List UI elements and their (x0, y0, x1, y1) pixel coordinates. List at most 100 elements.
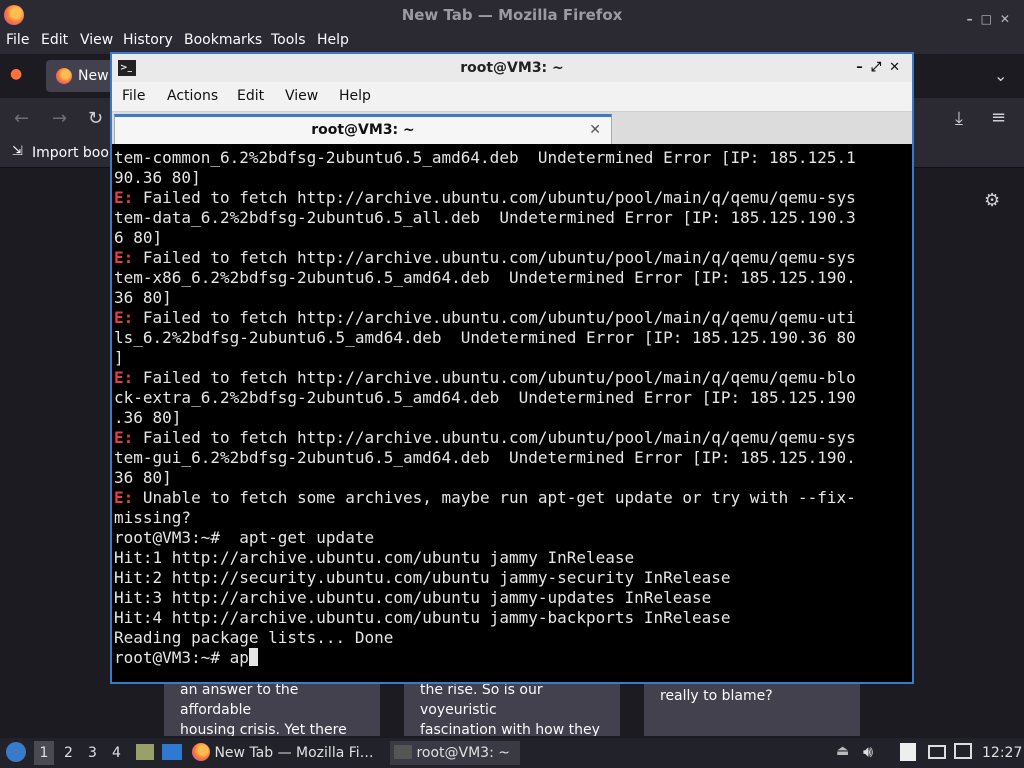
terminal-tab-label: root@VM3: ~ (311, 122, 415, 138)
terminal-app-icon: >_ (118, 60, 136, 76)
import-bookmarks-icon: ⇲ (12, 144, 23, 159)
menu-view[interactable]: View (80, 32, 113, 48)
story-card-line: fascination with how they … (420, 722, 600, 736)
terminal-line: Hit:3 http://archive.ubuntu.com/ubuntu j… (114, 588, 712, 607)
story-card-line: the rise. So is our voyeuristic (420, 682, 543, 718)
terminal-line: .36 80] (114, 408, 182, 427)
terminal-line: ] (114, 348, 124, 367)
story-card-voyeuristic[interactable]: the rise. So is our voyeuristic fascinat… (404, 680, 620, 736)
list-tabs-icon[interactable]: ⌄ (994, 66, 1007, 85)
taskbar: 1 2 3 4 New Tab — Mozilla Fi… root@VM3: … (0, 738, 1024, 768)
firefox-titlebar: New Tab — Mozilla Firefox –□✕ (0, 0, 1024, 30)
tray-eject-icon[interactable]: ⏏ (836, 743, 849, 759)
terminal-line: 36 80] (114, 288, 172, 307)
terminal-line: Hit:2 http://security.ubuntu.com/ubuntu … (114, 568, 731, 587)
clipboard-icon[interactable] (900, 743, 916, 761)
terminal-menu-help[interactable]: Help (339, 88, 371, 104)
error-prefix: E: (114, 248, 134, 267)
clock[interactable]: 12:27 (982, 745, 1022, 761)
workspace-3[interactable]: 3 (88, 745, 97, 761)
terminal-line: E: Failed to fetch http://archive.ubuntu… (114, 188, 856, 207)
firefox-tab-icon (56, 68, 72, 84)
terminal-tab[interactable]: root@VM3: ~ ✕ (114, 114, 612, 144)
terminal-line: E: Unable to fetch some archives, maybe … (114, 488, 856, 507)
terminal-line: E: Failed to fetch http://archive.ubuntu… (114, 308, 856, 327)
workspace-2[interactable]: 2 (64, 745, 73, 761)
terminal-line: tem-data_6.2%2bdfsg-2ubuntu6.5_all.deb U… (114, 208, 856, 227)
firefox-task-icon (192, 743, 210, 761)
terminal-line: E: Failed to fetch http://archive.ubuntu… (114, 368, 856, 387)
firefox-tab-label: New (78, 68, 109, 84)
volume-icon[interactable]: 🔊︎ (863, 742, 873, 762)
error-prefix: E: (114, 308, 134, 327)
menu-file[interactable]: File (6, 32, 29, 48)
firefox-logo-icon (4, 5, 24, 25)
firefox-menubar: File Edit View History Bookmarks Tools H… (0, 30, 1024, 54)
terminal-line: root@VM3:~# apt-get update (114, 528, 375, 547)
terminal-window-controls[interactable]: –⤢✕ (856, 54, 908, 82)
terminal-window: >_ root@VM3: ~ –⤢✕ File Actions Edit Vie… (110, 52, 914, 684)
terminal-line: ls_6.2%2bdfsg-2ubuntu6.5_amd64.deb Undet… (114, 328, 856, 347)
firefox-view-icon[interactable]: ● (10, 66, 22, 82)
terminal-line: 36 80] (114, 468, 172, 487)
error-prefix: E: (114, 488, 134, 507)
menu-hamburger-icon[interactable]: ≡ (991, 107, 1006, 128)
workspace-1[interactable]: 1 (34, 741, 54, 765)
menu-help[interactable]: Help (317, 32, 349, 48)
error-prefix: E: (114, 368, 134, 387)
keyboard-icon[interactable] (928, 745, 946, 759)
menu-edit[interactable]: Edit (41, 32, 68, 48)
terminal-cursor (248, 648, 258, 666)
menu-history[interactable]: History (123, 32, 173, 48)
story-card-housing[interactable]: an answer to the affordable housing cris… (164, 680, 380, 736)
terminal-menu-actions[interactable]: Actions (167, 88, 218, 104)
start-menu-icon[interactable] (6, 742, 26, 762)
terminal-titlebar[interactable]: >_ root@VM3: ~ –⤢✕ (112, 54, 912, 82)
terminal-line: missing? (114, 508, 192, 527)
newtab-settings-gear-icon[interactable]: ⚙ (984, 190, 1000, 211)
show-desktop-icon[interactable] (162, 744, 182, 760)
taskbar-task-terminal[interactable]: root@VM3: ~ (390, 741, 520, 765)
taskbar-task-label: New Tab — Mozilla Fi… (214, 745, 374, 761)
menu-bookmarks[interactable]: Bookmarks (184, 32, 262, 48)
import-bookmarks-link[interactable]: Import book (32, 145, 117, 161)
error-prefix: E: (114, 428, 134, 447)
terminal-line: Reading package lists... Done (114, 628, 394, 647)
terminal-line: 90.36 80] (114, 168, 201, 187)
terminal-line: E: Failed to fetch http://archive.ubuntu… (114, 428, 856, 447)
story-card-line: an answer to the affordable (180, 682, 299, 718)
error-prefix: E: (114, 188, 134, 207)
taskbar-task-firefox[interactable]: New Tab — Mozilla Fi… (192, 741, 382, 765)
terminal-line: 6 80] (114, 228, 163, 247)
terminal-menu-view[interactable]: View (285, 88, 318, 104)
file-manager-icon[interactable] (136, 744, 154, 760)
terminal-line: tem-x86_6.2%2bdfsg-2ubuntu6.5_amd64.deb … (114, 268, 856, 287)
terminal-menu-file[interactable]: File (122, 88, 145, 104)
close-tab-icon[interactable]: ✕ (589, 117, 601, 143)
terminal-menubar: File Actions Edit View Help (112, 82, 912, 112)
story-card-line: really to blame? (660, 688, 773, 704)
terminal-menu-edit[interactable]: Edit (237, 88, 264, 104)
terminal-line: Hit:1 http://archive.ubuntu.com/ubuntu j… (114, 548, 635, 567)
reload-icon[interactable]: ↻ (88, 108, 103, 129)
terminal-window-title: root@VM3: ~ (460, 60, 564, 76)
menu-tools[interactable]: Tools (271, 32, 306, 48)
terminal-line: ck-extra_6.2%2bdfsg-2ubuntu6.5_amd64.deb… (114, 388, 856, 407)
story-card-blame[interactable]: really to blame? (644, 680, 860, 736)
downloads-icon[interactable]: ⤓ (955, 108, 963, 129)
terminal-line: tem-common_6.2%2bdfsg-2ubuntu6.5_amd64.d… (114, 148, 856, 167)
network-icon[interactable] (954, 743, 972, 759)
story-card-line: housing crisis. Yet there ar… (180, 722, 347, 736)
forward-icon[interactable]: → (52, 108, 67, 129)
terminal-tabbar: root@VM3: ~ ✕ (112, 112, 912, 144)
terminal-prompt-line[interactable]: root@VM3:~# ap (114, 648, 910, 668)
terminal-line: Hit:4 http://archive.ubuntu.com/ubuntu j… (114, 608, 731, 627)
terminal-output[interactable]: tem-common_6.2%2bdfsg-2ubuntu6.5_amd64.d… (114, 144, 910, 680)
workspace-4[interactable]: 4 (112, 745, 121, 761)
taskbar-task-label: root@VM3: ~ (416, 745, 510, 761)
firefox-window-title: New Tab — Mozilla Firefox (401, 6, 623, 24)
back-icon[interactable]: ← (14, 108, 29, 129)
desktop: New Tab — Mozilla Firefox –□✕ File Edit … (0, 0, 1024, 768)
terminal-line: tem-gui_6.2%2bdfsg-2ubuntu6.5_amd64.deb … (114, 448, 856, 467)
terminal-line: E: Failed to fetch http://archive.ubuntu… (114, 248, 856, 267)
